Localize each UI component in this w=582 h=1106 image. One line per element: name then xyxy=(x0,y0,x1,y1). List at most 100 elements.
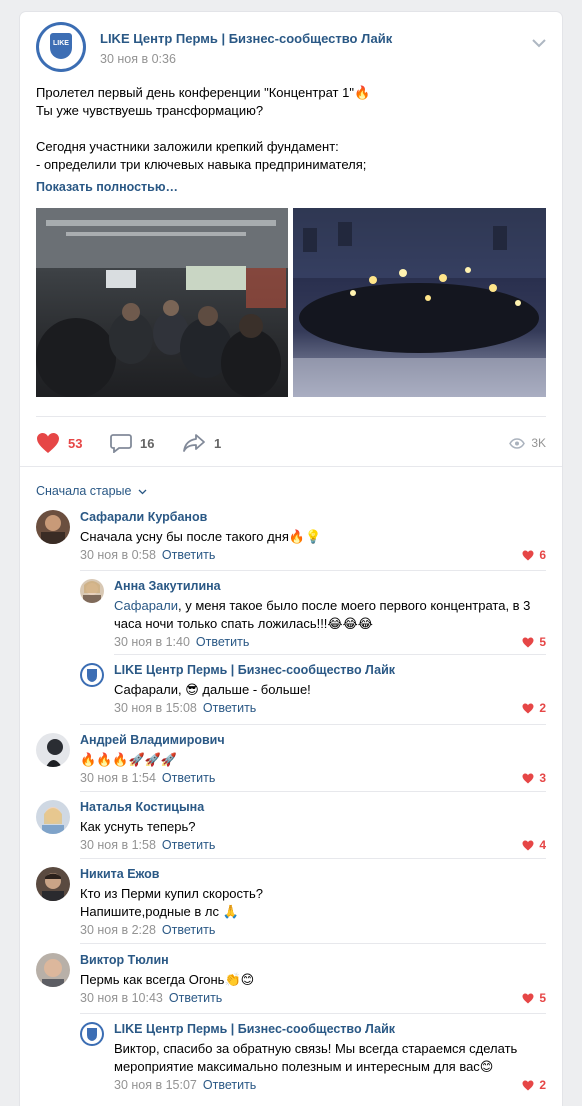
comment-meta: 30 ноя в 1:54 Ответить xyxy=(80,771,215,785)
chevron-down-icon xyxy=(138,489,147,495)
comment-author[interactable]: Никита Ежов xyxy=(80,867,159,881)
comment-date[interactable]: 30 ноя в 0:58 xyxy=(80,548,156,562)
comment-text-line: , 😎 дальше - больше! xyxy=(178,682,311,697)
comment-date[interactable]: 30 ноя в 2:28 xyxy=(80,923,156,937)
mention-text[interactable]: Сафарали xyxy=(114,682,178,697)
comment-like-count: 2 xyxy=(539,1078,546,1092)
comment-like-button[interactable]: 2 xyxy=(522,1078,546,1092)
like-count: 53 xyxy=(68,435,83,451)
post-text-line: Пролетел первый день конференции "Концен… xyxy=(36,85,371,100)
comment-text: Пермь как всегда Огонь👏😊 xyxy=(80,972,255,987)
comment: Наталья Костицына Как уснуть теперь? 30 … xyxy=(36,800,546,858)
post-photo-conference-hall[interactable] xyxy=(36,208,288,397)
post-card: LIKE LIKE Центр Пермь | Бизнес-сообществ… xyxy=(20,12,562,1106)
comment-like-count: 2 xyxy=(539,701,546,715)
comment-like-button[interactable]: 5 xyxy=(522,991,546,1005)
comment-text-line: Виктор, спасибо за обратную связь! Мы вс… xyxy=(114,1041,518,1056)
commenter-avatar[interactable] xyxy=(36,733,70,767)
comment-like-count: 6 xyxy=(539,548,546,562)
comment-date[interactable]: 30 ноя в 15:08 xyxy=(114,701,197,715)
commenter-avatar[interactable] xyxy=(80,579,104,603)
comment-date[interactable]: 30 ноя в 15:07 xyxy=(114,1078,197,1092)
comment-author[interactable]: Андрей Владимирович xyxy=(80,733,225,747)
comment-author[interactable]: LIKE Центр Пермь | Бизнес-сообщество Лай… xyxy=(114,663,395,677)
share-button[interactable]: 1 xyxy=(182,430,221,456)
like-button[interactable]: 53 xyxy=(36,430,82,456)
reply-button[interactable]: Ответить xyxy=(169,991,222,1005)
comment-separator xyxy=(114,654,546,655)
post-author[interactable]: LIKE Центр Пермь | Бизнес-сообщество Лай… xyxy=(100,31,392,46)
reply-button[interactable]: Ответить xyxy=(162,838,215,852)
views-counter: 3K xyxy=(509,430,546,456)
comment-author[interactable]: Виктор Тюлин xyxy=(80,953,169,967)
comment-date[interactable]: 30 ноя в 1:58 xyxy=(80,838,156,852)
commenter-avatar[interactable] xyxy=(36,953,70,987)
heart-icon xyxy=(522,637,534,647)
comment-date[interactable]: 30 ноя в 10:43 xyxy=(80,991,163,1005)
reply-button[interactable]: Ответить xyxy=(203,701,256,715)
comment-author[interactable]: Анна Закутилина xyxy=(114,579,221,593)
commenter-avatar[interactable] xyxy=(36,867,70,901)
reply-button[interactable]: Ответить xyxy=(162,923,215,937)
comment-separator xyxy=(80,791,546,792)
comment-like-button[interactable]: 4 xyxy=(522,838,546,852)
comment-meta: 30 ноя в 0:58 Ответить xyxy=(80,548,215,562)
heart-icon xyxy=(522,840,534,850)
community-avatar[interactable]: LIKE xyxy=(36,22,86,72)
community-avatar[interactable] xyxy=(80,1022,104,1046)
comments-divider xyxy=(20,466,562,467)
share-count: 1 xyxy=(214,435,222,451)
reply-comment: LIKE Центр Пермь | Бизнес-сообщество Лай… xyxy=(80,1022,546,1094)
community-avatar[interactable] xyxy=(80,663,104,687)
post-divider xyxy=(36,416,546,417)
comment-count: 16 xyxy=(140,435,155,451)
comment-separator xyxy=(80,1013,546,1014)
chevron-down-icon[interactable] xyxy=(532,38,546,48)
comment-text: Виктор, спасибо за обратную связь! Мы вс… xyxy=(114,1040,546,1076)
comment-like-count: 5 xyxy=(539,991,546,1005)
sort-label: Сначала старые xyxy=(36,484,132,498)
post-text-line: - определили три ключевых навыка предпри… xyxy=(36,157,367,172)
post-text-line: Ты уже чувствуешь трансформацию? xyxy=(36,103,264,118)
reply-button[interactable]: Ответить xyxy=(196,635,249,649)
comment-author[interactable]: Сафарали Курбанов xyxy=(80,510,207,524)
logo-text: LIKE xyxy=(53,40,69,47)
heart-icon xyxy=(522,773,534,783)
comment-separator xyxy=(80,943,546,944)
comment-button[interactable]: 16 xyxy=(110,430,154,456)
sort-dropdown[interactable]: Сначала старые xyxy=(36,484,147,498)
comment-like-count: 4 xyxy=(539,838,546,852)
mention-link[interactable]: Сафарали xyxy=(114,598,178,613)
reply-comment: Анна Закутилина Сафарали, у меня такое б… xyxy=(80,579,546,649)
commenter-avatar[interactable] xyxy=(36,510,70,544)
reply-button[interactable]: Ответить xyxy=(203,1078,256,1092)
comment-meta: 30 ноя в 1:58 Ответить xyxy=(80,838,215,852)
commenter-avatar[interactable] xyxy=(36,800,70,834)
comment-separator xyxy=(80,570,546,571)
comment-author[interactable]: Наталья Костицына xyxy=(80,800,204,814)
comment-like-button[interactable]: 3 xyxy=(522,771,546,785)
comment-like-button[interactable]: 5 xyxy=(522,635,546,649)
comment-separator xyxy=(80,724,546,725)
comment-meta: 30 ноя в 2:28 Ответить xyxy=(80,923,215,937)
share-icon xyxy=(183,434,205,452)
heart-icon xyxy=(522,703,534,713)
comment-meta: 30 ноя в 15:08 Ответить xyxy=(114,701,256,715)
comment-text: Кто из Перми купил скорость? Напишите,ро… xyxy=(80,885,263,921)
comment-text-line: Кто из Перми купил скорость? xyxy=(80,886,263,901)
comment-like-button[interactable]: 2 xyxy=(522,701,546,715)
comment: Андрей Владимирович 🔥🔥🔥🚀🚀🚀 30 ноя в 1:54… xyxy=(36,733,546,791)
eye-icon xyxy=(509,437,526,449)
post-photo-sparklers[interactable] xyxy=(293,208,546,397)
post-text: Пролетел первый день конференции "Концен… xyxy=(36,84,546,174)
comment-icon xyxy=(110,434,132,453)
comment-date[interactable]: 30 ноя в 1:54 xyxy=(80,771,156,785)
show-more-link[interactable]: Показать полностью… xyxy=(36,180,178,194)
comment-date[interactable]: 30 ноя в 1:40 xyxy=(114,635,190,649)
reply-button[interactable]: Ответить xyxy=(162,771,215,785)
post-date[interactable]: 30 ноя в 0:36 xyxy=(100,52,176,66)
comment-author[interactable]: LIKE Центр Пермь | Бизнес-сообщество Лай… xyxy=(114,1022,395,1036)
comment-text-line: мероприятие максимально полезным и интер… xyxy=(114,1059,494,1074)
comment-like-button[interactable]: 6 xyxy=(522,548,546,562)
reply-button[interactable]: Ответить xyxy=(162,548,215,562)
